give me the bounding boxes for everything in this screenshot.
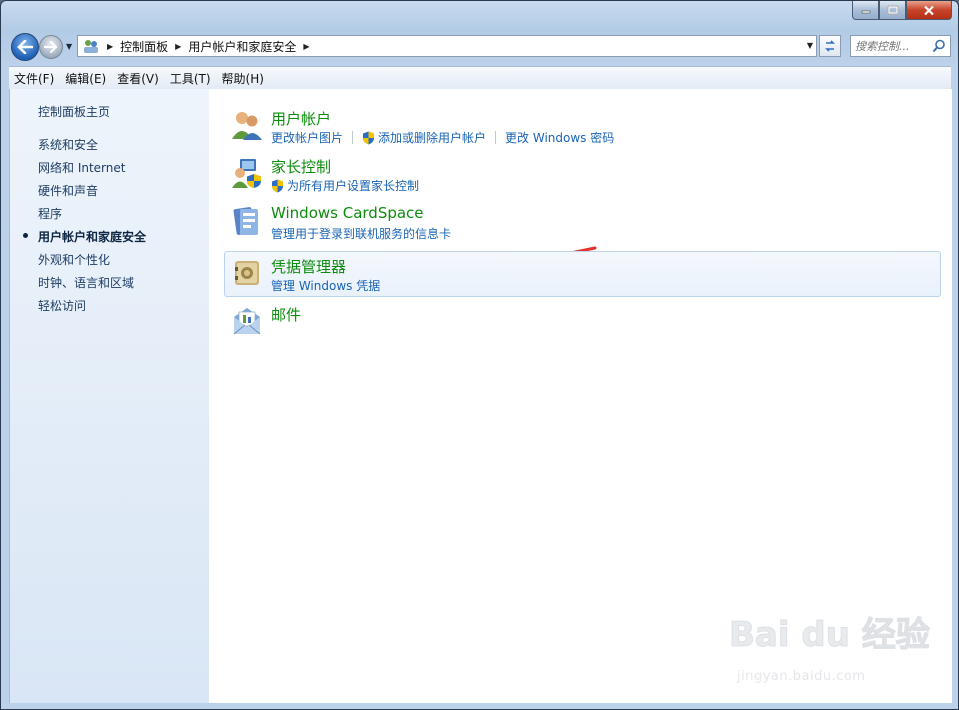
category-parental-controls: 家长控制 为所有用户设置家长控制 [224, 151, 941, 197]
navigation-bar: ▼ ▶ 控制面板 ▶ 用户帐户和家庭安全 ▶ ▼ [9, 31, 951, 61]
baidu-watermark: Bai du 经验 jingyan.baidu.com [729, 607, 931, 691]
uac-shield-icon [363, 131, 375, 144]
forward-arrow-icon [44, 41, 58, 53]
sidebar-item-user-accounts: 用户帐户和家庭安全 [38, 230, 147, 244]
breadcrumb-arrow-icon[interactable]: ▶ [303, 42, 309, 51]
breadcrumb-arrow-icon[interactable]: ▶ [175, 42, 181, 51]
address-bar[interactable]: ▶ 控制面板 ▶ 用户帐户和家庭安全 ▶ ▼ [77, 35, 817, 57]
breadcrumb-control-panel[interactable]: 控制面板 [120, 38, 168, 55]
menu-tools[interactable]: 工具(T) [165, 70, 216, 87]
menu-bar: 文件(F) 编辑(E) 查看(V) 工具(T) 帮助(H) [9, 66, 951, 90]
control-panel-window: ▼ ▶ 控制面板 ▶ 用户帐户和家庭安全 ▶ ▼ 文件(F) 编辑(E) 查看(… [0, 0, 959, 710]
task-change-windows-password[interactable]: 更改 Windows 密码 [505, 129, 614, 146]
menu-edit[interactable]: 编辑(E) [60, 70, 111, 87]
category-links: 管理用于登录到联机服务的信息卡 [271, 225, 451, 242]
task-add-remove-accounts[interactable]: 添加或删除用户帐户 [378, 129, 486, 146]
link-separator [352, 131, 354, 144]
back-button[interactable] [11, 33, 39, 61]
caption-buttons [852, 1, 952, 21]
cardspace-icon[interactable] [231, 205, 263, 237]
breadcrumb-user-accounts[interactable]: 用户帐户和家庭安全 [188, 38, 296, 55]
refresh-button[interactable] [819, 35, 841, 57]
category-links: 更改帐户图片 添加或删除用户帐户 更改 Windows 密码 [271, 129, 614, 146]
sidebar: 控制面板主页 系统和安全 网络和 Internet 硬件和声音 程序 用户帐户和… [10, 89, 209, 703]
category-user-accounts: 用户帐户 更改帐户图片 添加或删除用户帐户 更改 Windows 密码 [224, 103, 941, 149]
category-cardspace: Windows CardSpace 管理用于登录到联机服务的信息卡 [224, 199, 941, 245]
back-arrow-icon [17, 40, 33, 54]
task-set-parental-controls[interactable]: 为所有用户设置家长控制 [287, 177, 419, 194]
category-mail: 邮件 [224, 299, 941, 345]
refresh-icon [825, 40, 835, 52]
category-links: 为所有用户设置家长控制 [271, 177, 419, 194]
uac-shield-icon [272, 179, 283, 192]
maximize-icon [887, 5, 898, 15]
recent-pages-dropdown[interactable]: ▼ [66, 42, 74, 51]
watermark-url: jingyan.baidu.com [737, 669, 866, 684]
task-manage-windows-credentials[interactable]: 管理 Windows 凭据 [271, 277, 380, 294]
watermark-logo: Bai du 经验 [729, 615, 931, 656]
current-item-bullet [23, 233, 28, 238]
mail-icon[interactable] [231, 305, 263, 337]
sidebar-item-appearance[interactable]: 外观和个性化 [38, 251, 110, 268]
search-input[interactable] [851, 36, 931, 56]
sidebar-item-home[interactable]: 控制面板主页 [38, 103, 110, 120]
category-links: 管理 Windows 凭据 [271, 277, 380, 294]
category-title-credential-manager[interactable]: 凭据管理器 [271, 256, 346, 277]
maximize-button[interactable] [879, 1, 906, 20]
search-icon[interactable] [932, 39, 946, 53]
breadcrumb-arrow-icon[interactable]: ▶ [107, 42, 113, 51]
sidebar-item-clock-language[interactable]: 时钟、语言和区域 [38, 274, 134, 291]
link-separator [495, 131, 497, 144]
category-title-mail[interactable]: 邮件 [271, 304, 301, 325]
sidebar-item-programs[interactable]: 程序 [38, 205, 62, 222]
category-title-user-accounts[interactable]: 用户帐户 [271, 108, 331, 129]
user-accounts-icon[interactable] [231, 109, 263, 141]
forward-button[interactable] [39, 35, 63, 59]
sidebar-item-network[interactable]: 网络和 Internet [38, 159, 125, 176]
sidebar-item-system-security[interactable]: 系统和安全 [38, 136, 98, 153]
parental-controls-icon[interactable] [231, 157, 263, 189]
menu-help[interactable]: 帮助(H) [217, 70, 269, 87]
menu-file[interactable]: 文件(F) [9, 70, 59, 87]
minimize-icon [861, 10, 870, 14]
control-panel-icon [84, 40, 98, 53]
sidebar-item-ease-of-access[interactable]: 轻松访问 [38, 297, 86, 314]
close-button[interactable] [906, 1, 952, 20]
category-title-parental-controls[interactable]: 家长控制 [271, 156, 331, 177]
sidebar-item-hardware[interactable]: 硬件和声音 [38, 182, 98, 199]
menu-view[interactable]: 查看(V) [112, 70, 164, 87]
task-manage-info-cards[interactable]: 管理用于登录到联机服务的信息卡 [271, 225, 451, 242]
credential-manager-icon[interactable] [231, 257, 263, 289]
minimize-button[interactable] [852, 1, 879, 20]
close-icon [924, 5, 934, 15]
address-dropdown-icon[interactable]: ▼ [807, 41, 813, 50]
search-box[interactable] [850, 35, 951, 57]
category-title-cardspace[interactable]: Windows CardSpace [271, 204, 424, 222]
task-change-account-picture[interactable]: 更改帐户图片 [271, 129, 343, 146]
category-credential-manager: 凭据管理器 管理 Windows 凭据 [224, 251, 941, 297]
